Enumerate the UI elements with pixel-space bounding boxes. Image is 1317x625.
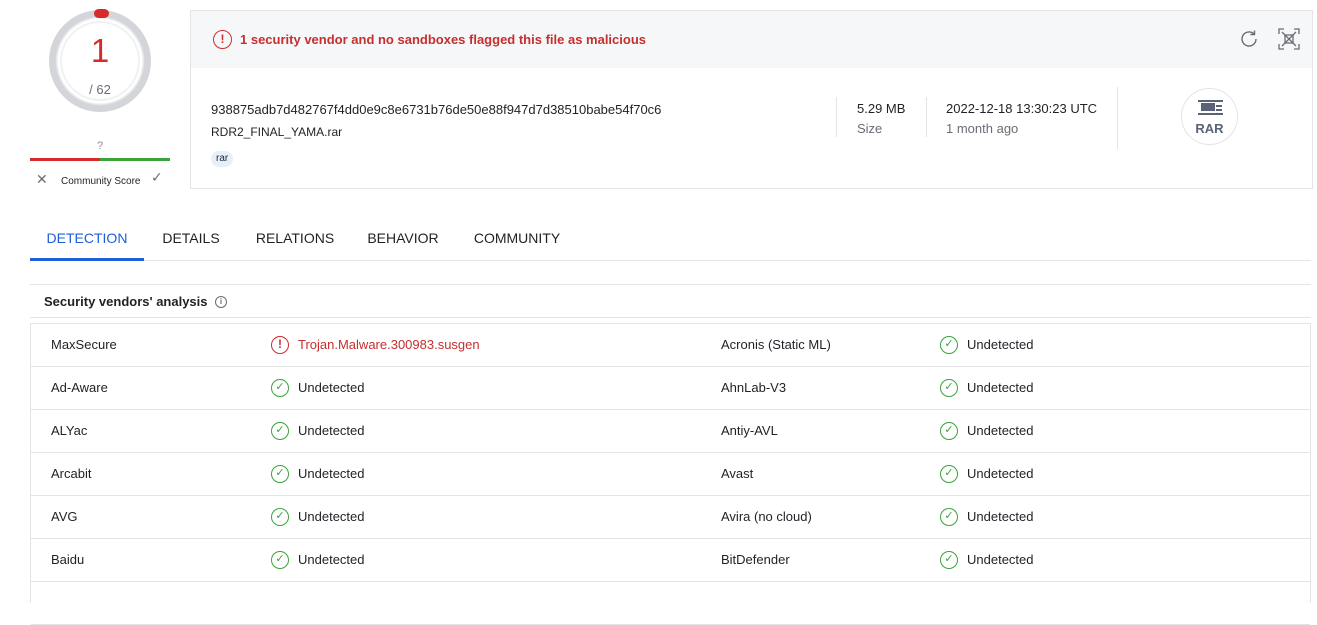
vendor-result-text: Undetected: [967, 423, 1034, 438]
scan-date: 2022-12-18 13:30:23 UTC: [946, 101, 1098, 116]
check-circle-icon: ✓: [940, 551, 958, 569]
vendor-result-text: Undetected: [298, 552, 365, 567]
vendor-result-text: Undetected: [298, 423, 365, 438]
exclamation-circle-icon: !: [271, 336, 289, 354]
vendor-result-text: Trojan.Malware.300983.susgen: [298, 337, 480, 352]
check-circle-icon: ✓: [940, 336, 958, 354]
check-circle-icon: ✓: [940, 465, 958, 483]
vendor-name: Avira (no cloud): [721, 509, 812, 524]
tab-community[interactable]: COMMUNITY: [470, 214, 564, 260]
reload-icon[interactable]: [1238, 28, 1260, 50]
exclamation-circle-icon: !: [213, 30, 232, 49]
table-row: Ad-Aware ✓ Undetected AhnLab-V3 ✓ Undete…: [31, 367, 1310, 410]
file-tag[interactable]: rar: [211, 151, 234, 167]
vendor-name: AVG: [51, 509, 78, 524]
tab-relations[interactable]: RELATIONS: [248, 214, 342, 260]
info-icon[interactable]: i: [215, 296, 227, 308]
divider: [926, 97, 927, 137]
vendors-table: MaxSecure ! Trojan.Malware.300983.susgen…: [30, 323, 1311, 625]
tab-behavior[interactable]: BEHAVIOR: [363, 214, 443, 260]
vendor-result-text: Undetected: [298, 380, 365, 395]
vendor-name: ALYac: [51, 423, 88, 438]
section-title: Security vendors' analysis: [44, 294, 208, 309]
community-score-value: ?: [96, 140, 104, 152]
vendor-result-text: Undetected: [967, 509, 1034, 524]
expand-icon[interactable]: [1277, 27, 1301, 51]
divider: [836, 97, 837, 137]
table-row: Baidu ✓ Undetected BitDefender ✓ Undetec…: [31, 539, 1310, 582]
community-score-label: Community Score: [61, 176, 141, 187]
check-circle-icon: ✓: [940, 508, 958, 526]
table-row: ALYac ✓ Undetected Antiy-AVL ✓ Undetecte…: [31, 410, 1310, 453]
vendor-name: Arcabit: [51, 466, 92, 481]
vendor-name: MaxSecure: [51, 337, 117, 352]
file-hash[interactable]: 938875adb7d482767f4dd0e9c8e6731b76de50e8…: [211, 102, 661, 117]
file-size-value: 5.29 MB: [857, 101, 906, 116]
vendor-name: Acronis (Static ML): [721, 337, 831, 352]
check-circle-icon: ✓: [940, 422, 958, 440]
check-circle-icon: ✓: [271, 422, 289, 440]
vendors-section-header: Security vendors' analysis i: [30, 284, 1311, 318]
check-circle-icon: ✓: [271, 379, 289, 397]
table-row: AVG ✓ Undetected Avira (no cloud) ✓ Unde…: [31, 496, 1310, 539]
vendor-result-text: Undetected: [298, 509, 365, 524]
detection-count: 1: [90, 32, 110, 69]
alert-text: 1 security vendor and no sandboxes flagg…: [240, 32, 647, 47]
vendor-name: Ad-Aware: [51, 380, 108, 395]
tab-detection[interactable]: DETECTION: [30, 214, 144, 261]
gauge-marker: [94, 9, 109, 18]
divider: [1117, 87, 1118, 149]
vendor-name: AhnLab-V3: [721, 380, 787, 395]
table-row: Arcabit ✓ Undetected Avast ✓ Undetected: [31, 453, 1310, 496]
check-circle-icon: ✓: [271, 508, 289, 526]
vendor-name: Antiy-AVL: [721, 423, 778, 438]
tab-details[interactable]: DETAILS: [156, 214, 226, 260]
community-score-bar: [30, 158, 170, 161]
detection-score-widget: 1 / 62 ? ✕ Community Score ✓: [30, 0, 170, 190]
vendor-result-text: Undetected: [298, 466, 365, 481]
file-size-label: Size: [857, 121, 883, 136]
vendor-result-text: Undetected: [967, 380, 1034, 395]
tab-bar: DETECTION DETAILS RELATIONS BEHAVIOR COM…: [30, 214, 1311, 261]
alert-banner: ! 1 security vendor and no sandboxes fla…: [191, 11, 1312, 68]
detection-gauge: 1 / 62: [49, 9, 151, 112]
table-row: MaxSecure ! Trojan.Malware.300983.susgen…: [31, 324, 1310, 367]
file-type-badge: RAR: [1181, 88, 1238, 145]
check-icon[interactable]: ✓: [151, 170, 163, 184]
file-type-label: RAR: [1195, 121, 1224, 136]
vendor-name: BitDefender: [721, 552, 790, 567]
detection-total: / 62: [89, 82, 111, 97]
vendor-name: Baidu: [51, 552, 85, 567]
table-row: [31, 582, 1310, 625]
archive-icon: [1198, 100, 1223, 115]
file-info-card: ! 1 security vendor and no sandboxes fla…: [190, 10, 1313, 189]
check-circle-icon: ✓: [940, 379, 958, 397]
vendor-result-text: Undetected: [967, 466, 1034, 481]
vendor-name: Avast: [721, 466, 754, 481]
check-circle-icon: ✓: [271, 551, 289, 569]
check-circle-icon: ✓: [271, 465, 289, 483]
scan-date-relative: 1 month ago: [946, 121, 1019, 136]
vendor-result-text: Undetected: [967, 552, 1034, 567]
close-icon[interactable]: ✕: [36, 172, 48, 186]
file-name: RDR2_FINAL_YAMA.rar: [211, 125, 343, 139]
vendor-result-text: Undetected: [967, 337, 1034, 352]
